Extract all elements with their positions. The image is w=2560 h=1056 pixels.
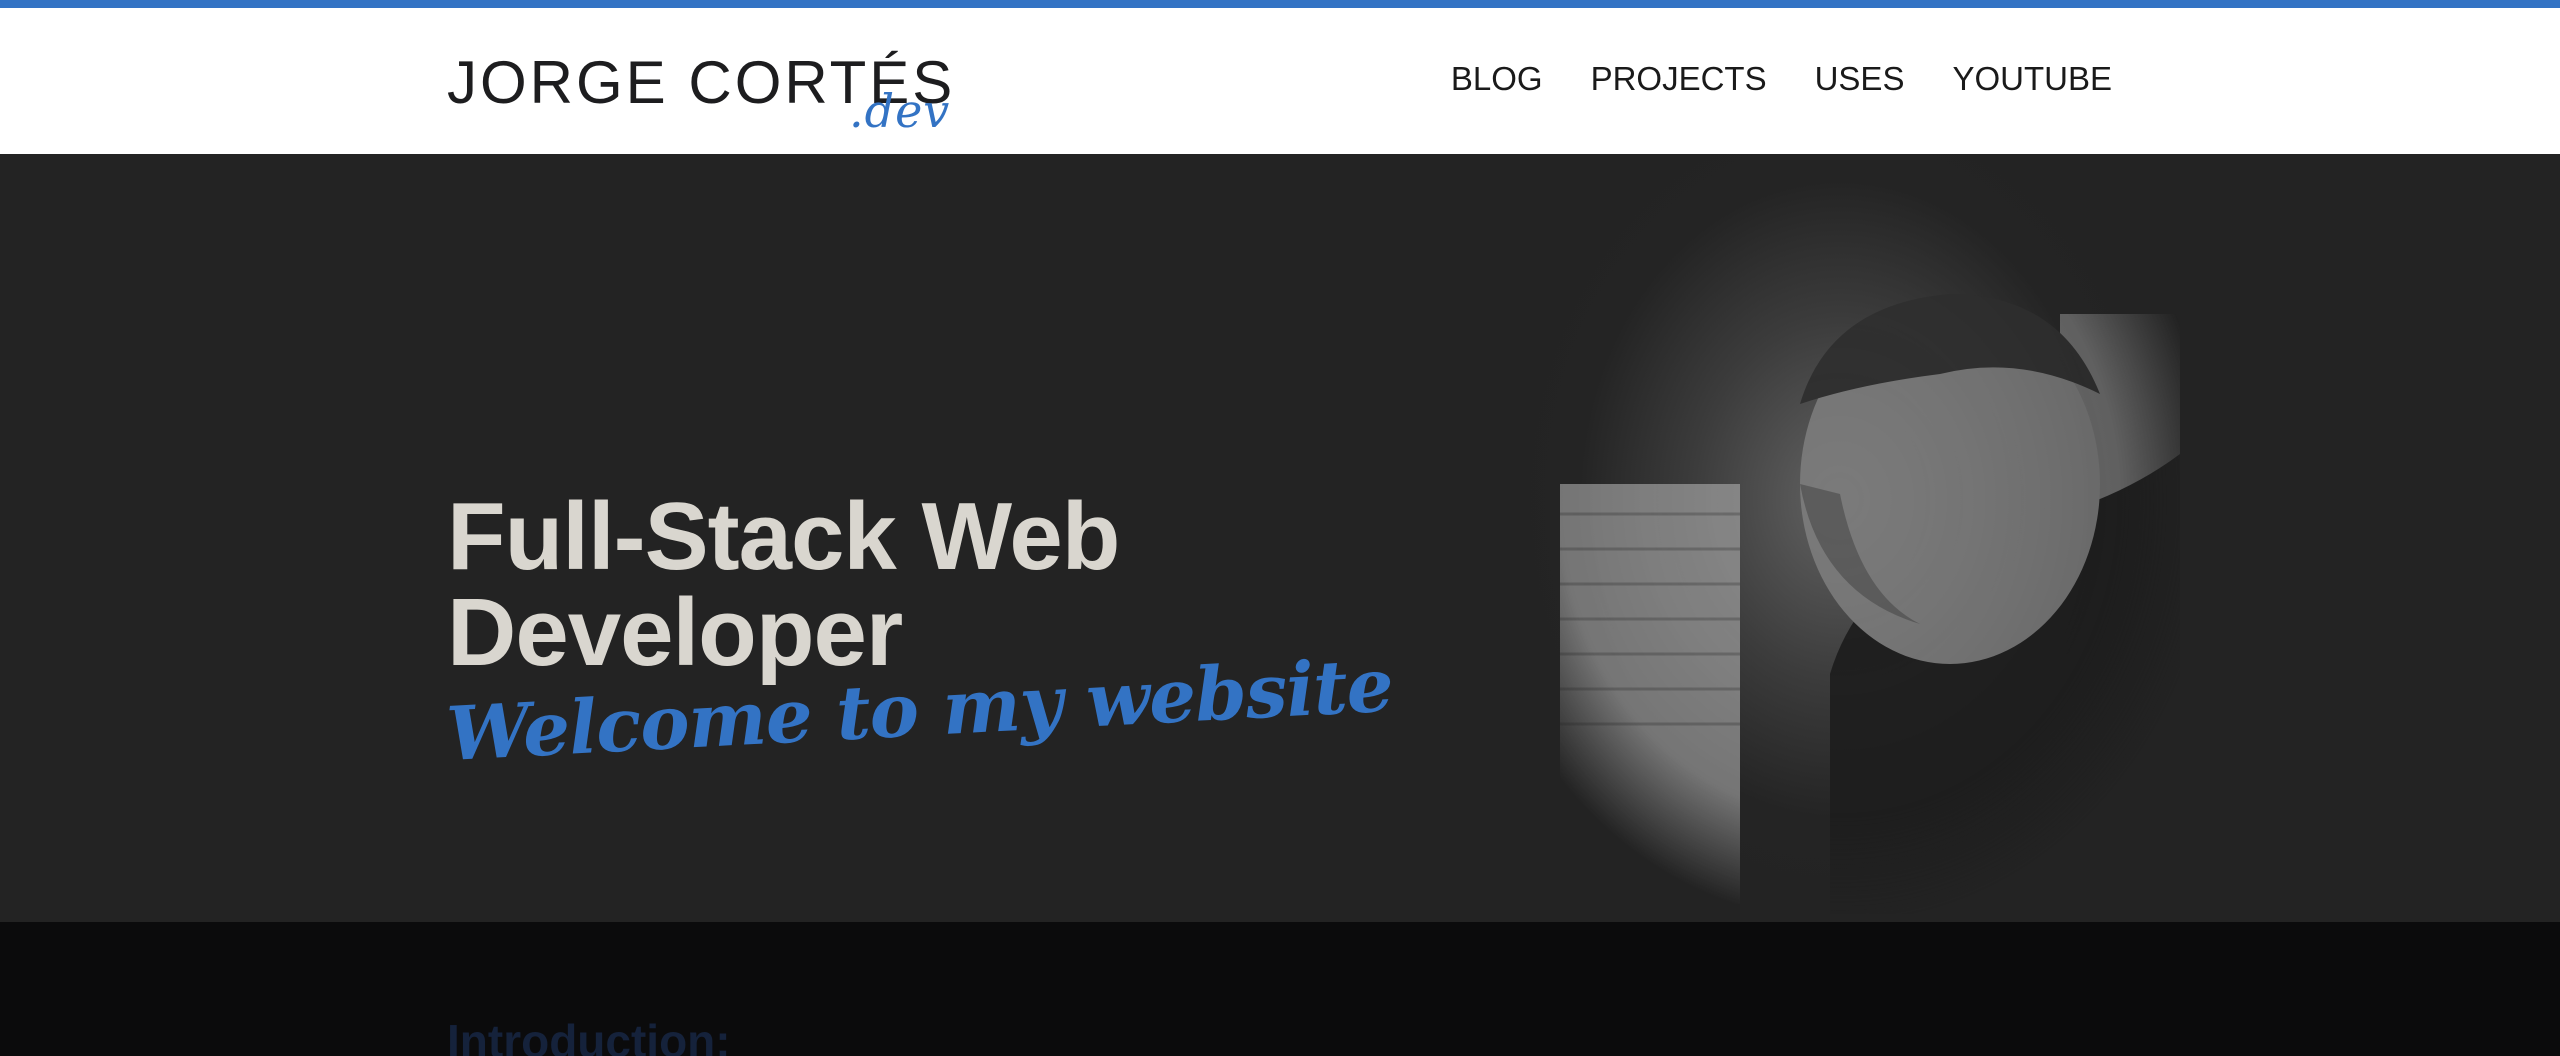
nav-uses[interactable]: USES	[1815, 60, 1905, 98]
nav-blog[interactable]: BLOG	[1451, 60, 1543, 98]
nav-youtube[interactable]: YOUTUBE	[1952, 60, 2112, 98]
hero-title: Full-Stack Web Developer	[447, 483, 1120, 686]
intro-section: Introduction:	[0, 922, 2560, 1056]
main-nav: BLOG PROJECTS USES YOUTUBE	[1451, 60, 2112, 98]
profile-photo	[1500, 154, 2180, 922]
logo-tld: .dev	[849, 84, 951, 138]
site-logo[interactable]: JORGE CORTÉS .dev	[447, 40, 952, 140]
nav-projects[interactable]: PROJECTS	[1591, 60, 1767, 98]
profile-photo-illustration	[1560, 294, 2180, 914]
site-header: JORGE CORTÉS .dev BLOG PROJECTS USES YOU…	[0, 8, 2560, 154]
top-accent-bar	[0, 0, 2560, 8]
hero-section: Full-Stack Web Developer Welcome to my w…	[0, 154, 2560, 922]
intro-heading: Introduction:	[447, 1015, 731, 1056]
